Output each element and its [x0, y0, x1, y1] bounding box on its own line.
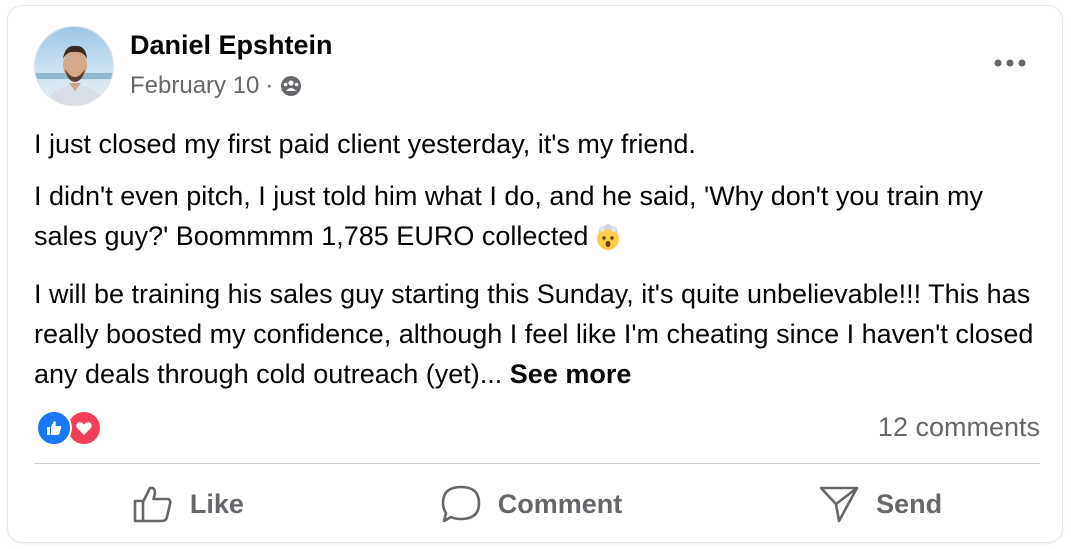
reaction-summary[interactable] [36, 410, 102, 446]
action-bar: Like Comment Send [34, 474, 1040, 534]
avatar-photo [35, 27, 113, 105]
comment-label: Comment [497, 488, 623, 519]
exploding-head-emoji [594, 222, 622, 262]
avatar[interactable] [34, 26, 114, 106]
send-label: Send [876, 488, 943, 519]
post-card: Daniel Epshtein February 10 · I just clo… [8, 6, 1062, 542]
comments-count[interactable]: 12 comments [878, 412, 1040, 443]
comment-bubble-icon [441, 485, 481, 523]
see-more-link[interactable]: See more [510, 359, 632, 389]
meta-separator: · [265, 72, 274, 99]
post-meta: February 10 · [130, 72, 303, 100]
post-paragraph-text: I didn't even pitch, I just told him wha… [34, 181, 983, 251]
ellipsis-icon [994, 59, 1026, 67]
post-paragraph: I didn't even pitch, I just told him wha… [34, 176, 1034, 262]
post-body: I just closed my first paid client yeste… [34, 124, 1034, 406]
like-reaction-icon [36, 410, 72, 446]
post-date[interactable]: February 10 [130, 72, 259, 100]
like-button[interactable]: Like [116, 478, 260, 530]
comment-button[interactable]: Comment [424, 478, 639, 530]
post-paragraph: I will be training his sales guy startin… [34, 274, 1034, 394]
post-paragraph: I just closed my first paid client yeste… [34, 129, 696, 159]
divider [34, 463, 1040, 464]
group-privacy-icon[interactable] [279, 74, 303, 98]
like-label: Like [189, 488, 244, 519]
more-options-button[interactable] [988, 46, 1032, 80]
author-name[interactable]: Daniel Epshtein [130, 30, 333, 61]
thumbs-up-icon [133, 486, 172, 523]
send-arrow-icon [819, 486, 859, 523]
send-button[interactable]: Send [802, 478, 958, 530]
